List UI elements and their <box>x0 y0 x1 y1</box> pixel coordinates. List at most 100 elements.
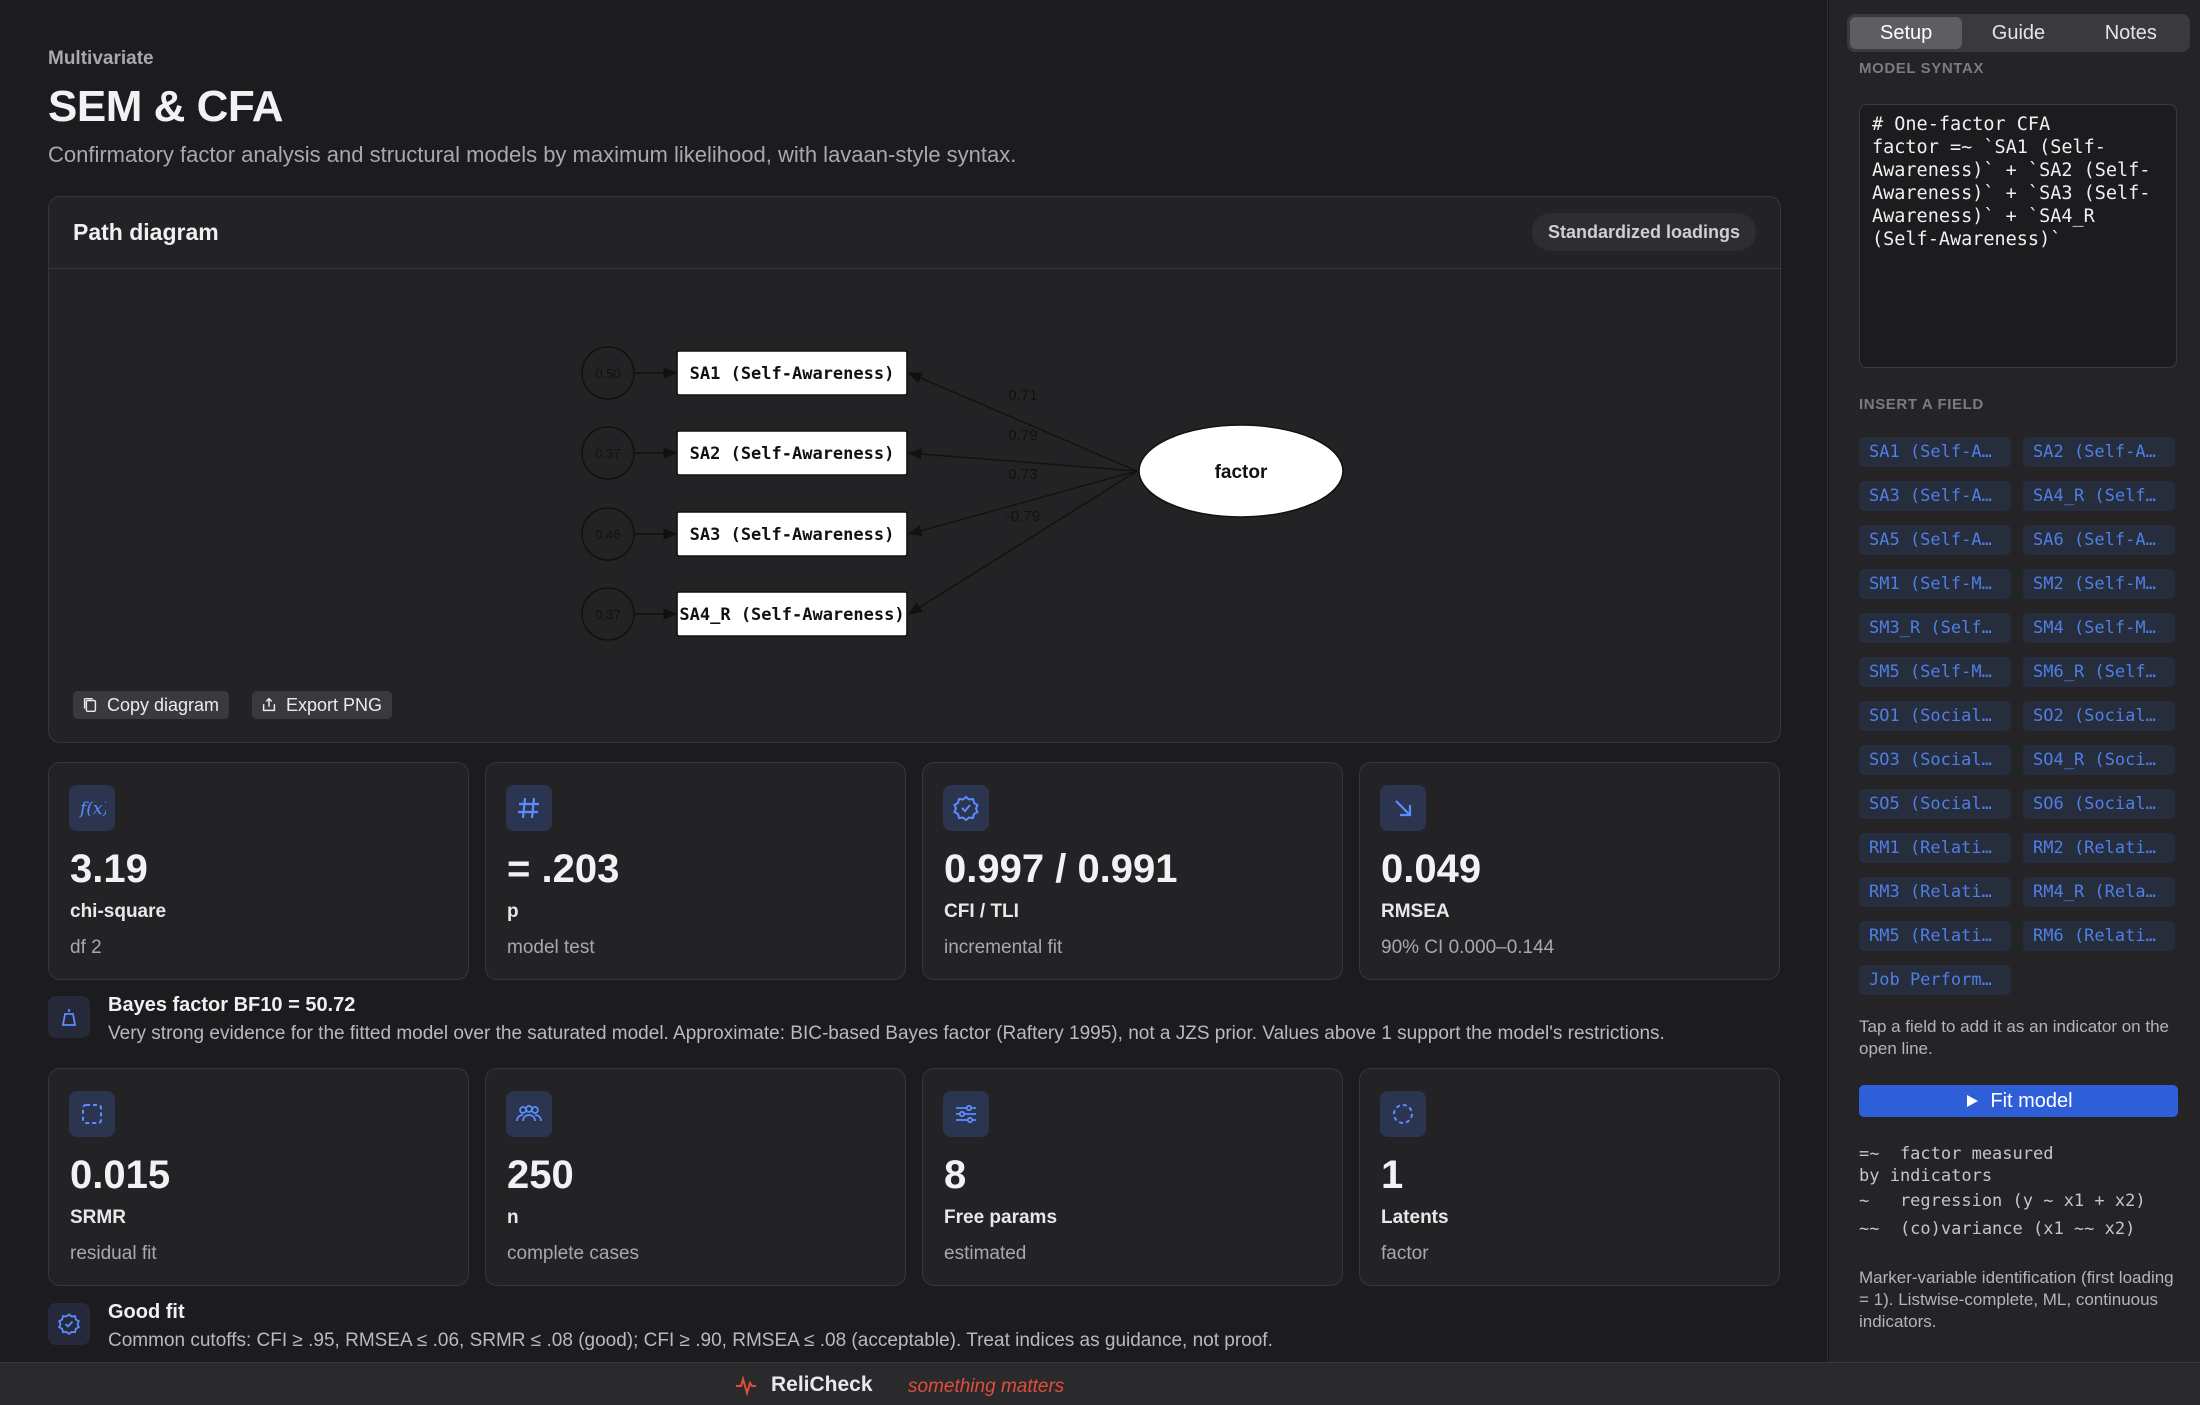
stat-card-n: 250 n complete cases <box>485 1068 906 1286</box>
field-chip[interactable]: RM5 (Relationship Management) <box>1859 921 2011 951</box>
page-title: SEM & CFA <box>48 82 284 131</box>
field-chip[interactable]: SM3_R (Self-Management) <box>1859 613 2011 643</box>
field-chip[interactable]: SO3 (Social Awareness) <box>1859 745 2011 775</box>
stat-sub: factor <box>1381 1243 1429 1264</box>
page-subtitle: Confirmatory factor analysis and structu… <box>48 142 1017 167</box>
field-chip[interactable]: SA2 (Self-Awareness) <box>2023 437 2175 467</box>
tab-setup[interactable]: Setup <box>1850 17 1963 49</box>
loading-arrow <box>907 470 1138 615</box>
identification-note: Marker-variable identification (first lo… <box>1859 1268 2174 1331</box>
residual-label: 0.46 <box>595 527 620 542</box>
stat-card-latents: 1 Latents factor <box>1359 1068 1780 1286</box>
sliders-icon <box>943 1091 989 1137</box>
stat-value: 8 <box>944 1153 967 1197</box>
field-chip[interactable]: SO6 (Social Awareness) <box>2023 789 2175 819</box>
insert-field-hint: Tap a field to add it as an indicator on… <box>1859 1017 2169 1058</box>
field-chip[interactable]: SA5 (Self-Awareness) <box>1859 525 2011 555</box>
field-chip[interactable]: SO4_R (Social Awareness) <box>2023 745 2175 775</box>
stat-value: 250 <box>507 1153 574 1197</box>
bayes-factor-title: Bayes factor BF10 = 50.72 <box>108 994 356 1016</box>
field-chip[interactable]: SO1 (Social Awareness) <box>1859 701 2011 731</box>
field-chip[interactable]: SA4_R (Self-Awareness) <box>2023 481 2175 511</box>
field-chip[interactable]: SM5 (Self-Management) <box>1859 657 2011 687</box>
pulse-icon <box>736 1375 756 1396</box>
indicator-label: SA2 (Self-Awareness) <box>690 444 895 464</box>
copy-diagram-button[interactable]: Copy diagram <box>73 691 230 719</box>
field-chip[interactable]: RM3 (Relationship Management) <box>1859 877 2011 907</box>
stat-card-srmr: 0.015 SRMR residual fit <box>48 1068 469 1286</box>
standardized-loadings-badge[interactable]: Standardized loadings <box>1531 213 1756 251</box>
stat-sub: df 2 <box>70 937 102 958</box>
bayes-factor-text: Very strong evidence for the fitted mode… <box>108 1023 1665 1044</box>
legend-regression: ~ regression (y ~ x1 + x2) <box>1859 1191 2146 1211</box>
field-chip[interactable]: SO5 (Social Awareness) <box>1859 789 2011 819</box>
stat-card-rmsea: 0.049 RMSEA 90% CI 0.000–0.144 <box>1359 762 1780 980</box>
path-diagram-card: Path diagram Standardized loadings 0.50 S… <box>48 196 1781 743</box>
loading-label: 0.73 <box>1008 466 1037 483</box>
sidebar-tabs: Setup Guide Notes <box>1847 14 2190 52</box>
field-chip[interactable]: RM2 (Relationship Management) <box>2023 833 2175 863</box>
stat-card-free-params: 8 Free params estimated <box>922 1068 1343 1286</box>
play-icon <box>1967 1095 1979 1107</box>
stat-label: chi-square <box>70 901 167 922</box>
stat-card-p: = .203 p model test <box>485 762 906 980</box>
field-chip[interactable]: SM1 (Self-Management) <box>1859 569 2011 599</box>
stat-label: SRMR <box>70 1207 126 1228</box>
brand: ReliCheck <box>735 1373 873 1397</box>
export-png-label: Export PNG <box>286 695 383 715</box>
path-diagram-title: Path diagram <box>73 219 219 245</box>
indicator-label: SA4_R (Self-Awareness) <box>679 605 904 625</box>
arrow-down-right-icon <box>1380 785 1426 831</box>
fit-model-button[interactable]: Fit model <box>1859 1085 2178 1117</box>
stat-sub: 90% CI 0.000–0.144 <box>1381 937 1555 958</box>
brand-name: ReliCheck <box>771 1373 873 1396</box>
field-chip[interactable]: SA3 (Self-Awareness) <box>1859 481 2011 511</box>
copy-diagram-label: Copy diagram <box>107 695 220 715</box>
field-chip[interactable]: SA6 (Self-Awareness) <box>2023 525 2175 555</box>
export-png-button[interactable]: Export PNG <box>252 691 393 719</box>
field-chip[interactable]: RM4_R (Relationship Management) <box>2023 877 2175 907</box>
stat-sub: complete cases <box>507 1243 640 1264</box>
badge-check-icon <box>48 1303 90 1345</box>
legend-measured-by: =~ factor measured by indicators <box>1859 1144 2054 1186</box>
residual-label: 0.37 <box>595 446 620 461</box>
loading-label: -0.79 <box>1006 508 1040 525</box>
tab-guide[interactable]: Guide <box>1962 17 2074 49</box>
model-syntax-label: MODEL SYNTAX <box>1859 60 1984 77</box>
field-chip[interactable]: SM6_R (Self-Management) <box>2023 657 2175 687</box>
indicator-label: SA3 (Self-Awareness) <box>690 525 895 545</box>
field-chip[interactable]: SM2 (Self-Management) <box>2023 569 2175 599</box>
field-chip[interactable]: RM6 (Relationship Management) <box>2023 921 2175 951</box>
setup-sidebar: Setup Guide Notes MODEL SYNTAX # One-fac… <box>1829 0 2200 1362</box>
field-chip-list: SA1 (Self-Awareness) SA2 (Self-Awareness)… <box>1859 437 2184 995</box>
dashed-circle-icon <box>1380 1091 1426 1137</box>
hash-icon <box>506 785 552 831</box>
path-diagram-header: Path diagram Standardized loadings <box>49 197 1780 269</box>
field-chip[interactable]: Job Performance <box>1859 965 2011 995</box>
stat-label: CFI / TLI <box>944 901 1019 922</box>
badge-check-icon <box>943 785 989 831</box>
stat-label: RMSEA <box>1381 901 1450 922</box>
loading-label: 0.79 <box>1008 427 1037 444</box>
model-syntax-editor[interactable]: # One-factor CFA factor =~ `SA1 (Self-Aw… <box>1859 104 2177 368</box>
legend-covariance: ~~ (co)variance (x1 ~~ x2) <box>1859 1219 2136 1239</box>
field-chip[interactable]: SA1 (Self-Awareness) <box>1859 437 2011 467</box>
function-icon: f(x) <box>69 785 115 831</box>
svg-text:f(x): f(x) <box>78 799 106 819</box>
stat-sub: estimated <box>944 1243 1027 1264</box>
field-chip[interactable]: SM4 (Self-Management) <box>2023 613 2175 643</box>
main-pane: Multivariate SEM & CFA Confirmatory fact… <box>0 0 1828 1362</box>
section-eyebrow: Multivariate <box>48 48 154 69</box>
stat-card-chi-square: f(x) 3.19 chi-square df 2 <box>48 762 469 980</box>
stat-value: = .203 <box>507 847 620 891</box>
stat-label: p <box>507 901 519 922</box>
stat-value: 1 <box>1381 1153 1404 1197</box>
tab-notes[interactable]: Notes <box>2075 17 2187 49</box>
users-icon <box>506 1091 552 1137</box>
residual-label: 0.37 <box>595 607 620 622</box>
field-chip[interactable]: SO2 (Social Awareness) <box>2023 701 2175 731</box>
latent-factor-label: factor <box>1215 462 1268 483</box>
stat-sub: residual fit <box>70 1243 157 1264</box>
stat-value: 0.049 <box>1381 847 1482 891</box>
field-chip[interactable]: RM1 (Relationship Management) <box>1859 833 2011 863</box>
